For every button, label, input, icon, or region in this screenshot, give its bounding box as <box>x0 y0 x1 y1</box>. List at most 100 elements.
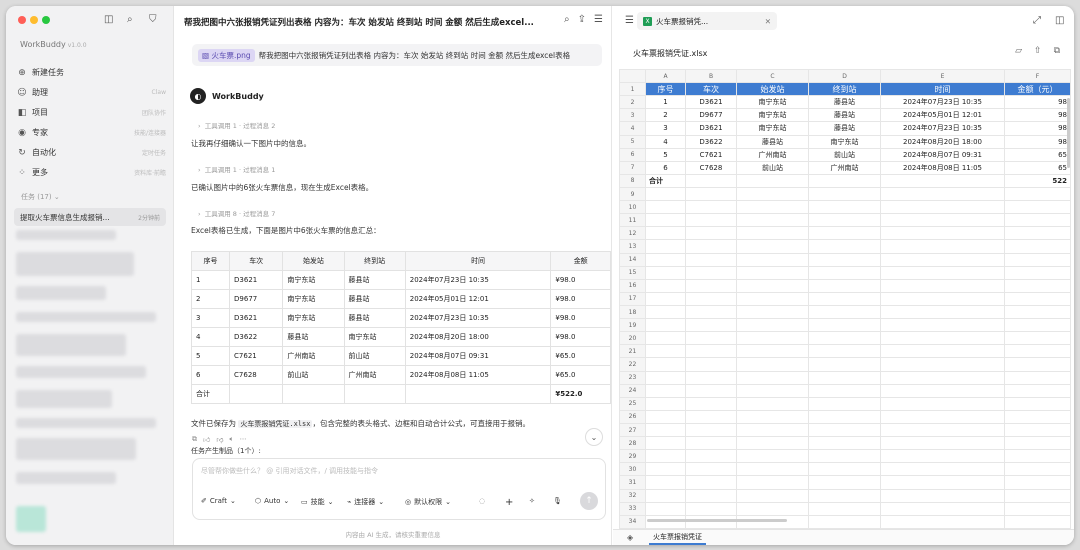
sheet-cell[interactable] <box>685 173 737 188</box>
sheet-cell[interactable] <box>645 252 686 267</box>
row-number[interactable]: 1 <box>619 82 646 97</box>
sheet-cell[interactable] <box>808 265 881 280</box>
chat-input-box[interactable]: 尽管帮你做些什么？ @ 引用对话文件，/ 调用技能与指令 ✐ Craft ⌄ ⬡ Au… <box>192 458 606 520</box>
row-number[interactable]: 18 <box>619 304 646 320</box>
sheet-cell[interactable] <box>880 357 1005 372</box>
sheet-cell[interactable]: 65 <box>1004 147 1071 162</box>
sheet-cell[interactable] <box>645 449 686 464</box>
sheet-cell[interactable]: D3621 <box>685 95 737 110</box>
blurred-task[interactable] <box>16 230 116 240</box>
sheet-cell[interactable] <box>808 344 881 359</box>
sheet-cell[interactable] <box>736 501 809 516</box>
vertical-scrollbar[interactable] <box>1067 98 1070 168</box>
sheet-cell[interactable] <box>736 226 809 241</box>
sheet-cell[interactable]: 98 <box>1004 108 1071 123</box>
sheet-cell[interactable] <box>1004 422 1071 438</box>
sheet-cell[interactable] <box>1004 226 1071 241</box>
sheet-cell[interactable] <box>736 265 809 280</box>
sheet-cell[interactable] <box>736 475 809 490</box>
sheet-cell[interactable]: 2024年07月23日 10:35 <box>880 95 1005 110</box>
sheet-cell[interactable] <box>685 226 737 241</box>
sheet-cell[interactable] <box>736 462 809 477</box>
sheet-cell[interactable] <box>645 383 686 398</box>
upload-icon[interactable]: ⇧ <box>1034 46 1042 56</box>
sidebar-item[interactable]: ⁘ 更多 资料库·前瞻 <box>14 164 166 181</box>
row-number[interactable]: 12 <box>619 226 646 241</box>
sheet-cell[interactable] <box>808 304 881 320</box>
tool-step-toggle[interactable]: › 工具调用 1 · 过程消息 2 <box>198 120 275 130</box>
sheet-cell[interactable] <box>808 186 881 202</box>
sheet-cell[interactable] <box>685 383 737 398</box>
sheet-cell[interactable] <box>685 318 737 333</box>
copy-icon[interactable]: ⧉ <box>192 435 197 444</box>
panel-menu-icon[interactable]: ☰ <box>625 16 634 26</box>
blurred-task[interactable] <box>16 472 116 484</box>
sheet-cell[interactable] <box>685 344 737 359</box>
row-number[interactable]: 17 <box>619 291 646 306</box>
row-number[interactable]: 13 <box>619 239 646 254</box>
sheet-cell[interactable] <box>736 318 809 333</box>
thumbs-up-icon[interactable]: 👍︎ <box>203 435 210 444</box>
layers-icon[interactable]: ◈ <box>627 534 633 542</box>
header-cell[interactable]: 终到站 <box>808 82 881 97</box>
sheet-cell[interactable] <box>685 488 737 503</box>
sidebar-item[interactable]: ⊕ 新建任务 <box>14 64 166 81</box>
sheet-cell[interactable] <box>645 278 686 293</box>
task-item-active[interactable]: 提取火车票信息生成报销... 2分钟前 <box>14 208 166 226</box>
sheet-cell[interactable] <box>808 200 881 215</box>
row-number[interactable]: 11 <box>619 213 646 228</box>
row-number[interactable]: 9 <box>619 186 646 202</box>
row-number[interactable]: 30 <box>619 462 646 477</box>
sheet-cell[interactable] <box>685 370 737 385</box>
row-number[interactable]: 4 <box>619 121 646 136</box>
total-value-cell[interactable]: 522 <box>1004 173 1071 188</box>
sheet-cell[interactable] <box>808 449 881 464</box>
sheet-cell[interactable]: 2024年08月08日 11:05 <box>880 160 1005 175</box>
sheet-cell[interactable] <box>685 304 737 320</box>
sheet-cell[interactable]: 南宁东站 <box>736 108 809 123</box>
sheet-cell[interactable] <box>736 396 809 411</box>
row-number[interactable]: 21 <box>619 344 646 359</box>
sheet-cell[interactable] <box>736 409 809 424</box>
sheet-cell[interactable] <box>808 462 881 477</box>
sheet-cell[interactable] <box>736 331 809 346</box>
sheet-cell[interactable]: 南宁东站 <box>736 95 809 110</box>
header-cell[interactable]: 序号 <box>645 82 686 97</box>
blurred-task[interactable] <box>16 312 156 322</box>
sheet-cell[interactable]: 南宁东站 <box>808 134 881 149</box>
row-number[interactable]: 31 <box>619 475 646 490</box>
send-button[interactable]: ↑ <box>580 492 598 510</box>
minimize-window-button[interactable] <box>30 16 38 24</box>
sheet-cell[interactable]: 前山站 <box>808 147 881 162</box>
sheet-cell[interactable] <box>645 436 686 451</box>
sheet-cell[interactable] <box>880 422 1005 438</box>
saved-file-name[interactable]: 火车票报销凭证.xlsx <box>238 420 313 428</box>
sheet-cell[interactable] <box>685 422 737 438</box>
sheet-cell[interactable]: 2024年08月20日 18:00 <box>880 134 1005 149</box>
sheet-cell[interactable]: 1 <box>645 95 686 110</box>
column-letter[interactable]: F <box>1004 68 1071 84</box>
blurred-task[interactable] <box>16 252 134 276</box>
sheet-cell[interactable]: 65 <box>1004 160 1071 175</box>
sheet-cell[interactable] <box>880 213 1005 228</box>
sheet-cell[interactable] <box>1004 370 1071 385</box>
sheet-cell[interactable] <box>685 252 737 267</box>
row-number[interactable]: 20 <box>619 331 646 346</box>
sheet-cell[interactable] <box>808 383 881 398</box>
connector-button[interactable]: ⌁ 连接器 ⌄ <box>347 497 384 507</box>
sheet-cell[interactable] <box>685 278 737 293</box>
scroll-down-button[interactable]: ⌄ <box>585 428 603 446</box>
filter-icon[interactable]: ⛉ <box>149 15 157 25</box>
sheet-cell[interactable] <box>736 436 809 451</box>
sheet-cell[interactable] <box>645 409 686 424</box>
sheet-cell[interactable] <box>880 514 1005 530</box>
column-letter[interactable]: C <box>736 68 809 84</box>
open-external-icon[interactable]: ⧉ <box>1054 46 1060 56</box>
search-icon[interactable]: ⌕ <box>127 15 133 25</box>
sheet-cell[interactable] <box>880 331 1005 346</box>
sheet-cell[interactable] <box>880 436 1005 451</box>
sheet-cell[interactable] <box>1004 357 1071 372</box>
row-number[interactable]: 28 <box>619 436 646 451</box>
corner-cell[interactable] <box>619 68 646 84</box>
tool-step-toggle[interactable]: › 工具调用 8 · 过程消息 7 <box>198 208 275 218</box>
